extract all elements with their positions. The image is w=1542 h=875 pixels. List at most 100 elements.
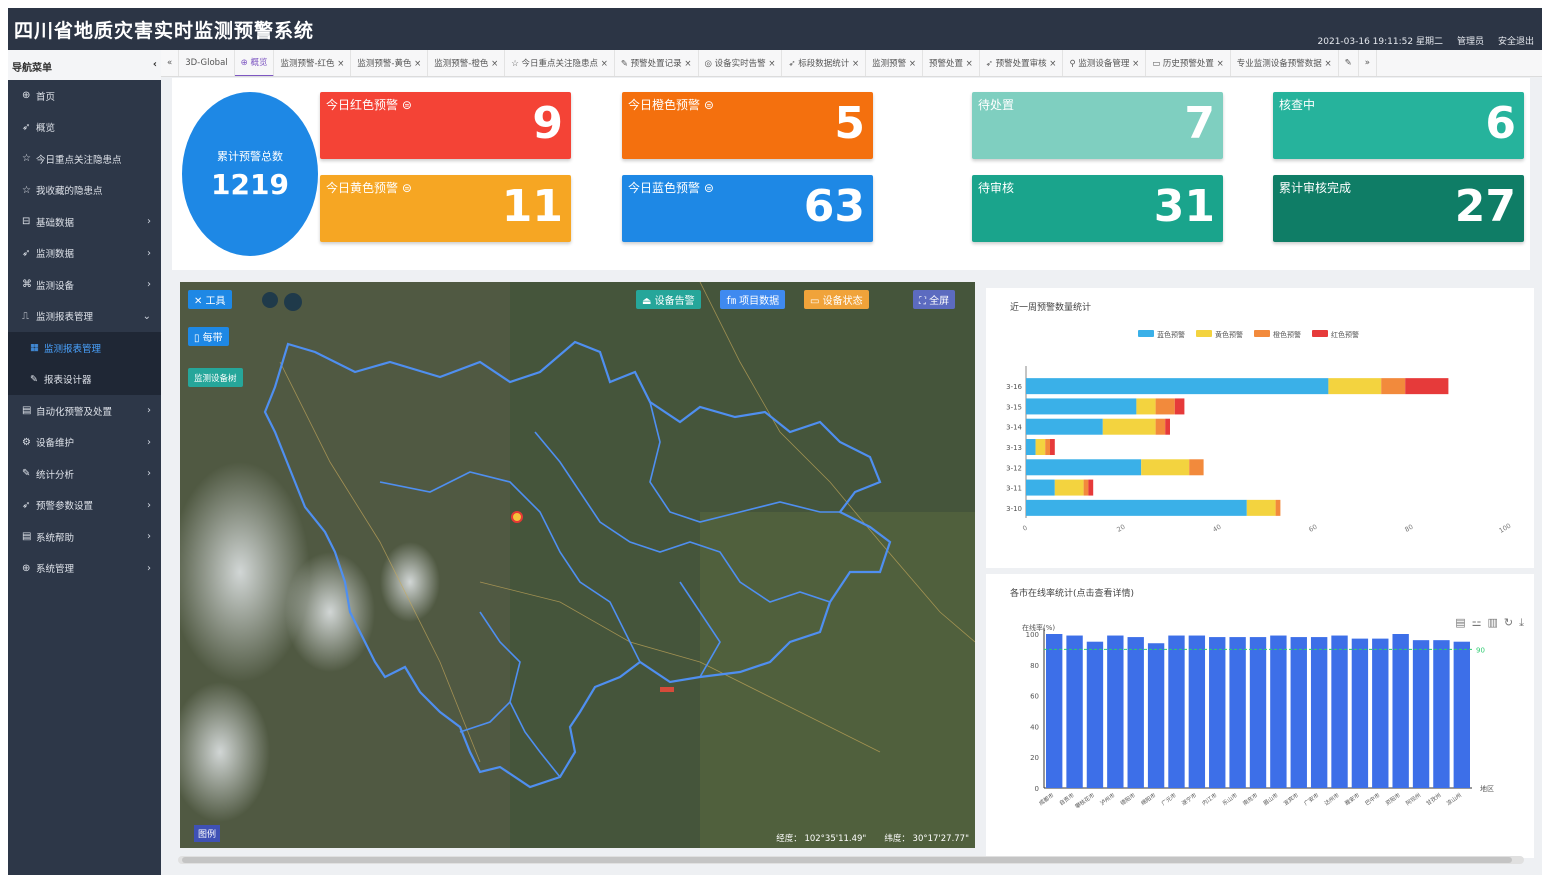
online-rate-chart[interactable]: 在线率(%)地区020406080100成都市 自贡市攀枝花市 泸州市 德阳市 绵阳市广… [986, 574, 1534, 858]
tab-item[interactable]: ◎ 设备实时告警 × [699, 50, 783, 76]
scrollbar-thumb[interactable] [182, 857, 1512, 863]
bar-segment[interactable] [1026, 499, 1247, 516]
tab-item[interactable]: 3D-Global [179, 50, 235, 76]
bar-segment[interactable] [1189, 459, 1204, 476]
online-rate-bar[interactable] [1066, 635, 1083, 788]
online-rate-bar[interactable] [1188, 635, 1206, 788]
bar-segment[interactable] [1026, 398, 1137, 415]
device-status-button[interactable]: ▭ 设备状态 [804, 290, 869, 309]
tab-item[interactable]: 预警处置 × [923, 50, 980, 76]
tab-item[interactable]: 监测预警 × [866, 50, 923, 76]
bar-segment[interactable] [1246, 499, 1276, 516]
online-rate-bar[interactable] [1270, 635, 1287, 788]
online-rate-bar[interactable] [1147, 643, 1165, 788]
bar-segment[interactable] [1405, 378, 1449, 395]
online-rate-bar[interactable] [1127, 637, 1144, 788]
bar-segment[interactable] [1026, 378, 1329, 395]
bar-segment[interactable] [1141, 459, 1190, 476]
bar-segment[interactable] [1035, 439, 1046, 455]
stat-card[interactable]: 累计审核完成 27 [1273, 175, 1524, 242]
warning-marker[interactable] [511, 511, 523, 523]
bar-segment[interactable] [1045, 439, 1050, 455]
bar-segment[interactable] [1083, 479, 1089, 496]
online-rate-bar[interactable] [1310, 637, 1328, 788]
tab-item[interactable]: ➶ 预警处置审核 × [980, 50, 1064, 76]
tab-item[interactable]: » [1359, 50, 1377, 76]
map-canvas[interactable] [180, 282, 975, 848]
bar-segment[interactable] [1054, 479, 1084, 496]
tab-item[interactable]: ▭ 历史预警处置 × [1146, 50, 1231, 76]
bar-segment[interactable] [1026, 439, 1036, 455]
bar-icon[interactable]: ▥ [1488, 616, 1498, 630]
online-rate-bar[interactable] [1107, 635, 1124, 788]
sidebar-item[interactable]: ▤ 系统帮助 › [8, 521, 161, 553]
tab-item[interactable]: ⚲ 监测设备管理 × [1063, 50, 1147, 76]
stat-card[interactable]: 今日黄色预警 ⊜ 11 [320, 175, 571, 242]
sidebar-subitem[interactable]: ✎ 报表设计器 [8, 363, 161, 395]
bar-segment[interactable] [1026, 418, 1103, 435]
map-tools-button[interactable]: ✕ 工具 [188, 290, 232, 309]
sidebar-item[interactable]: ⌘ 监测设备 › [8, 269, 161, 301]
sidebar-item[interactable]: ➶ 概览 [8, 112, 161, 144]
sidebar-item[interactable]: ➶ 监测数据 › [8, 238, 161, 270]
tab-item[interactable]: ➶ 标段数据统计 × [782, 50, 867, 76]
sidebar-item[interactable]: ⎍ 监测报表管理 ⌄ [8, 301, 161, 333]
bar-segment[interactable] [1174, 398, 1185, 415]
device-alarm-button[interactable]: ⏏ 设备告警 [636, 290, 701, 309]
online-rate-bar[interactable] [1433, 640, 1450, 788]
stat-card[interactable]: 今日橙色预警 ⊜ 5 [622, 92, 873, 159]
bar-segment[interactable] [1155, 398, 1175, 415]
download-icon[interactable]: ⤓ [1519, 616, 1524, 630]
bar-segment[interactable] [1381, 378, 1406, 395]
total-warnings-circle[interactable]: 累计预警总数 1219 [182, 92, 318, 256]
device-tree-button[interactable]: 监测设备树 [188, 368, 243, 387]
sidebar-item[interactable]: ⊕ 首页 [8, 80, 161, 112]
stat-card[interactable]: 待处置 7 [972, 92, 1223, 159]
stat-card[interactable]: 今日蓝色预警 ⊜ 63 [622, 175, 873, 242]
stat-card[interactable]: 核查中 6 [1273, 92, 1524, 159]
sidebar-item[interactable]: ☆ 今日重点关注隐患点 [8, 143, 161, 175]
online-rate-bar[interactable] [1331, 635, 1348, 788]
online-rate-bar[interactable] [1372, 638, 1389, 788]
line-icon[interactable]: ⚍ [1472, 616, 1482, 630]
bar-segment[interactable] [1328, 378, 1382, 395]
tab-item[interactable]: « [161, 50, 180, 76]
tab-item[interactable]: 监测预警-橙色 × [428, 50, 506, 76]
sidebar-item[interactable]: ✎ 统计分析 › [8, 458, 161, 490]
bar-segment[interactable] [1088, 479, 1094, 496]
bar-segment[interactable] [1026, 459, 1142, 476]
online-rate-bar[interactable] [1392, 634, 1409, 788]
sidebar-item[interactable]: ⚙ 设备维护 › [8, 427, 161, 459]
online-rate-bar[interactable] [1168, 635, 1185, 788]
tab-item[interactable]: ✎ [1339, 50, 1359, 76]
bar-segment[interactable] [1026, 479, 1055, 496]
tab-item[interactable]: ⊕ 概览 [234, 50, 275, 76]
project-data-button[interactable]: ㎙ 项目数据 [720, 290, 786, 309]
sidebar-item[interactable]: ☆ 我收藏的隐患点 [8, 175, 161, 207]
weekly-warning-chart[interactable]: 蓝色预警 黄色预警 橙色预警 红色预警 3-10 3-11 3-12 3-13 3-14 3-15… [986, 288, 1534, 568]
restore-icon[interactable]: ↻ [1504, 616, 1513, 630]
tab-item[interactable]: 专业监测设备预警数据 × [1231, 50, 1339, 76]
online-rate-bar[interactable] [1290, 637, 1307, 788]
tab-item[interactable]: 监测预警-黄色 × [351, 50, 429, 76]
stat-card[interactable]: 今日红色预警 ⊜ 9 [320, 92, 571, 159]
data-view-icon[interactable]: ▤ [1455, 616, 1465, 630]
sidebar-item[interactable]: ⊕ 系统管理 › [8, 553, 161, 585]
map-layer-button[interactable]: ▯ 每带 [188, 327, 229, 346]
stat-card[interactable]: 待审核 31 [972, 175, 1223, 242]
map-panel[interactable]: ✕ 工具 ▯ 每带 监测设备树 ⏏ 设备告警 ㎙ 项目数据 ▭ 设备状态 ⛶ 全… [180, 282, 975, 848]
sidebar-item[interactable]: ⊟ 基础数据 › [8, 206, 161, 238]
online-rate-bar[interactable] [1046, 634, 1063, 788]
sidebar-collapse-button[interactable]: ‹ [153, 59, 157, 71]
logout-link[interactable]: 安全退出 [1498, 34, 1534, 47]
online-rate-bar[interactable] [1453, 641, 1470, 788]
bar-segment[interactable] [1136, 398, 1156, 415]
sidebar-item[interactable]: ➶ 预警参数设置 › [8, 490, 161, 522]
bar-segment[interactable] [1050, 439, 1055, 455]
horizontal-scrollbar[interactable] [178, 856, 1524, 864]
online-rate-bar[interactable] [1086, 641, 1104, 788]
bar-segment[interactable] [1155, 418, 1166, 435]
online-rate-bar[interactable] [1249, 637, 1267, 788]
online-rate-bar[interactable] [1229, 637, 1246, 788]
bar-segment[interactable] [1102, 418, 1156, 435]
